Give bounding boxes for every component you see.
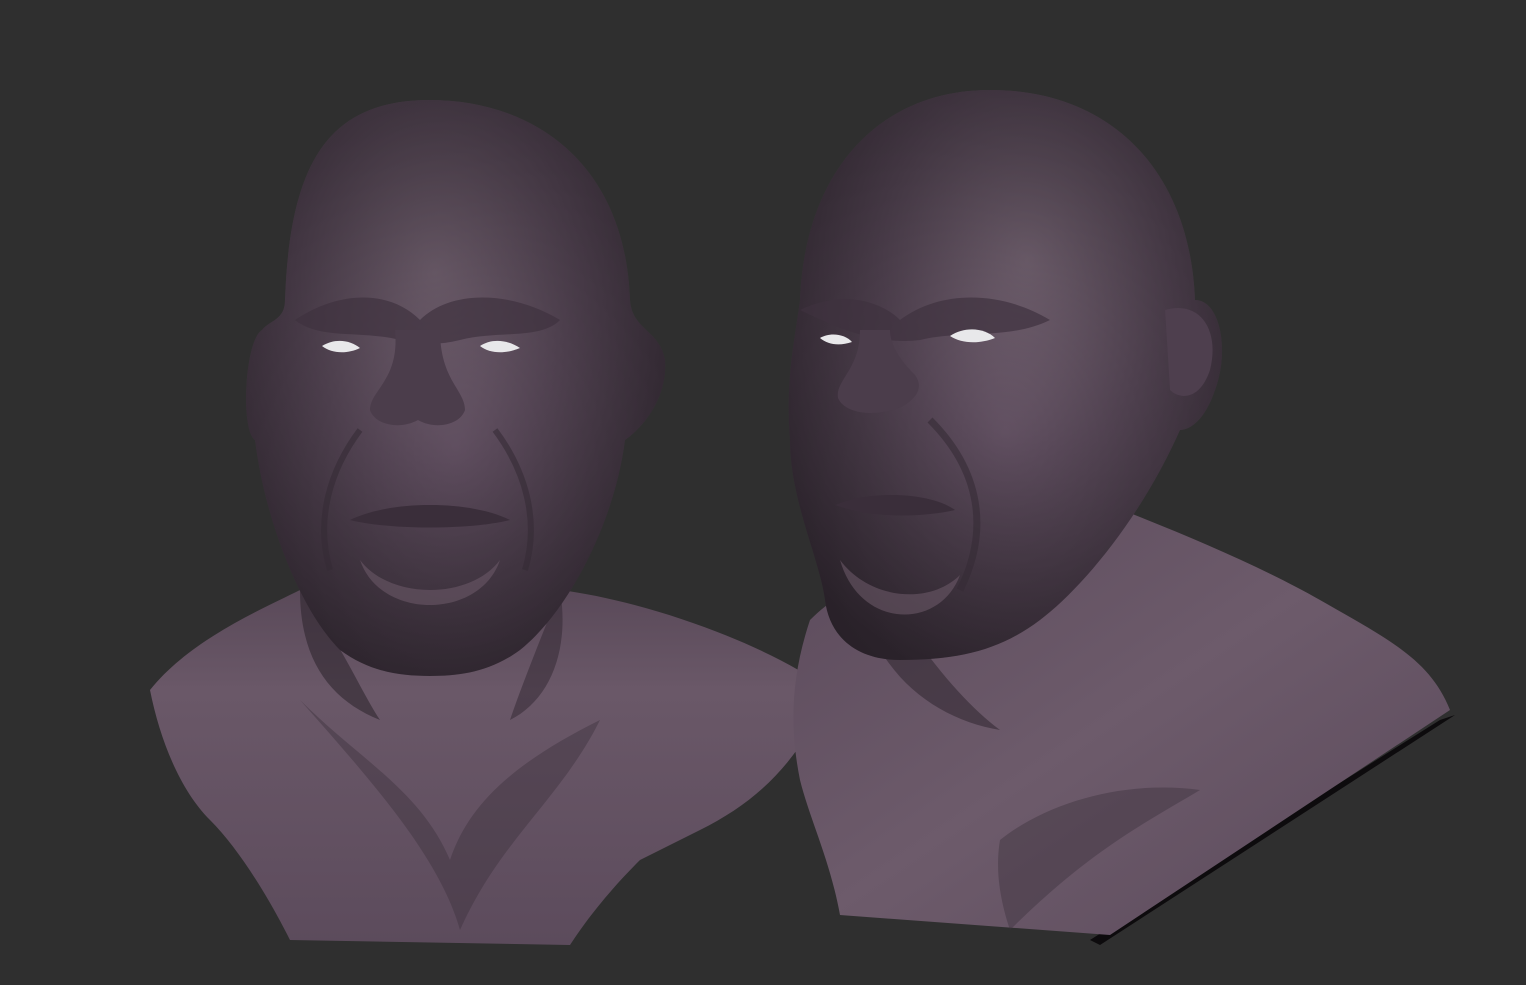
render-canvas[interactable]: [0, 0, 1526, 985]
sculpt-viewport[interactable]: [0, 0, 1526, 985]
bust-front-view[interactable]: [150, 100, 830, 945]
bust-three-quarter-view[interactable]: [788, 90, 1455, 945]
